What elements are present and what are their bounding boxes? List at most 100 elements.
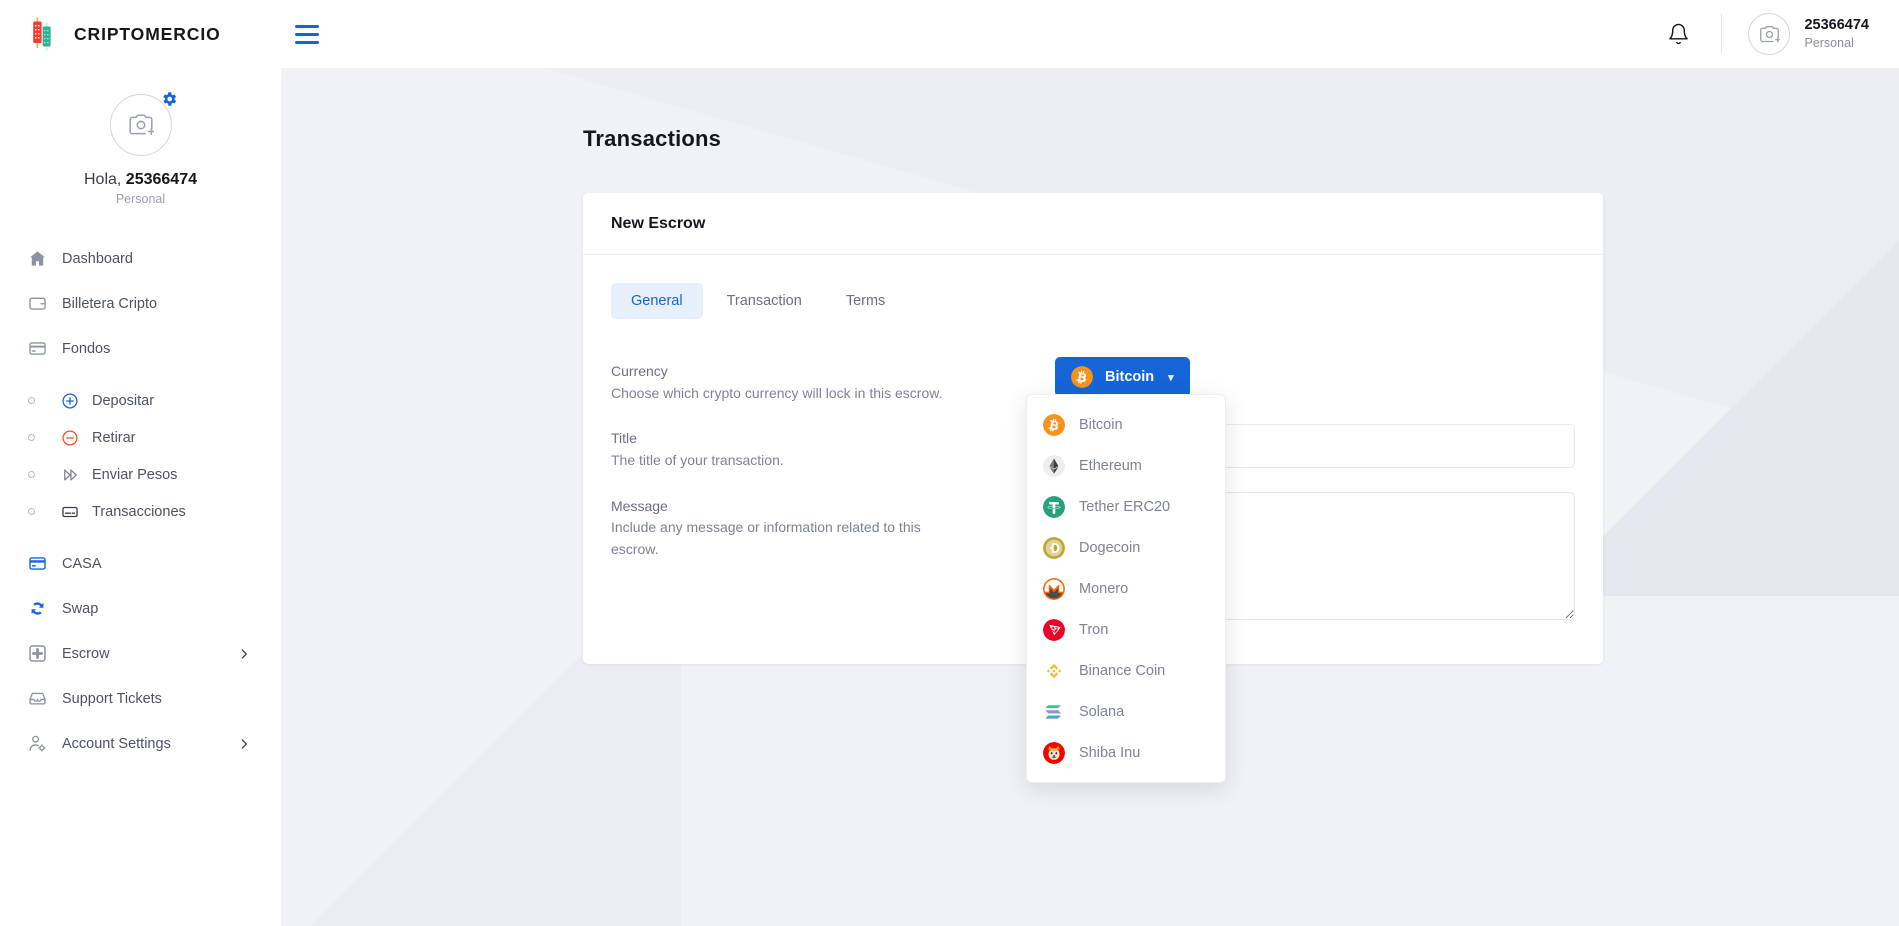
sidebar-item-support-tickets[interactable]: Support Tickets (0, 676, 281, 721)
bullet-icon (28, 508, 35, 515)
escrow-plus-icon (28, 644, 54, 663)
tab-general[interactable]: General (611, 283, 703, 319)
sidebar-subitem-label: Retirar (92, 430, 136, 446)
sidebar-item-casa[interactable]: CASA (0, 541, 281, 586)
account-username: 25366474 (1804, 16, 1869, 36)
sidebar-subitem-label: Transacciones (92, 504, 186, 520)
sidebar-item-label: Billetera Cripto (62, 296, 157, 312)
sidebar-nav: Dashboard Billetera Cripto Fondos (0, 236, 281, 766)
currency-option-shiba-inu[interactable]: Shiba Inu (1027, 732, 1225, 773)
currency-label: Currency (611, 361, 1031, 383)
profile-avatar[interactable] (110, 94, 172, 156)
bell-icon[interactable] (1653, 9, 1703, 59)
sidebar: Hola, 25366474 Personal Dashboard Billet… (0, 68, 281, 926)
header-right-cluster: 25366474 Personal (1653, 0, 1899, 68)
currency-option-tether-erc20[interactable]: Tether ERC20 (1027, 486, 1225, 527)
sidebar-item-dashboard[interactable]: Dashboard (0, 236, 281, 281)
bitcoin-icon (1043, 414, 1065, 436)
ethereum-icon (1043, 455, 1065, 477)
sidebar-item-swap[interactable]: Swap (0, 586, 281, 631)
casa-card-icon (28, 554, 54, 573)
currency-label-block: Currency Choose which crypto currency wi… (611, 357, 1031, 404)
top-header-bar: CRIPTOMERCIO 25366474 Personal (0, 0, 1899, 68)
title-description: The title of your transaction. (611, 450, 951, 472)
currency-control: Bitcoin ▾ (1031, 357, 1575, 397)
sidebar-item-label: Dashboard (62, 251, 133, 267)
sidebar-item-retirar[interactable]: Retirar (0, 419, 281, 456)
currency-option-bitcoin[interactable]: Bitcoin (1027, 404, 1225, 445)
user-gear-icon (28, 734, 54, 753)
chevron-down-icon: ▾ (1168, 371, 1174, 384)
greeting-prefix: Hola, (84, 171, 126, 188)
nav-spacer (0, 371, 281, 382)
message-description: Include any message or information relat… (611, 517, 951, 560)
currency-option-label: Monero (1079, 581, 1128, 597)
currency-description: Choose which crypto currency will lock i… (611, 383, 951, 405)
transactions-card-icon (57, 503, 83, 521)
hamburger-icon[interactable] (295, 25, 319, 44)
bitcoin-icon (1071, 366, 1093, 388)
tether-icon (1043, 496, 1065, 518)
currency-option-dogecoin[interactable]: Dogecoin (1027, 527, 1225, 568)
tab-bar: General Transaction Terms (611, 283, 1575, 319)
sidebar-subitem-label: Depositar (92, 393, 154, 409)
currency-option-label: Tron (1079, 622, 1108, 638)
plus-circle-icon (57, 392, 83, 410)
sidebar-item-label: Escrow (62, 646, 110, 662)
card-title: New Escrow (583, 193, 1603, 255)
home-icon (28, 249, 54, 268)
sidebar-item-account-settings[interactable]: Account Settings (0, 721, 281, 766)
avatar[interactable] (1748, 13, 1790, 55)
chevron-right-icon[interactable] (237, 647, 251, 661)
solana-icon (1043, 701, 1065, 723)
sidebar-subitem-label: Enviar Pesos (92, 467, 177, 483)
account-text-block: 25366474 Personal (1804, 16, 1869, 52)
sidebar-item-escrow[interactable]: Escrow (0, 631, 281, 676)
binance-icon (1043, 660, 1065, 682)
chevron-right-icon[interactable] (237, 737, 251, 751)
sidebar-item-label: CASA (62, 556, 102, 572)
bullet-icon (28, 397, 35, 404)
tab-transaction[interactable]: Transaction (707, 283, 822, 319)
sidebar-greeting: Hola, 25366474 (0, 171, 281, 189)
currency-option-label: Solana (1079, 704, 1124, 720)
shiba-icon (1043, 742, 1065, 764)
inbox-icon (28, 689, 54, 708)
currency-option-label: Ethereum (1079, 458, 1142, 474)
monero-icon (1043, 578, 1065, 600)
currency-option-monero[interactable]: Monero (1027, 568, 1225, 609)
currency-option-label: Binance Coin (1079, 663, 1165, 679)
currency-option-label: Dogecoin (1079, 540, 1140, 556)
sidebar-item-enviar-pesos[interactable]: Enviar Pesos (0, 456, 281, 493)
dogecoin-icon (1043, 537, 1065, 559)
tab-terms[interactable]: Terms (826, 283, 905, 319)
sidebar-item-fondos[interactable]: Fondos (0, 326, 281, 371)
swap-icon (28, 599, 54, 618)
account-menu[interactable]: 25366474 Personal (1748, 13, 1869, 55)
greeting-username: 25366474 (126, 171, 197, 188)
sidebar-item-billetera-cripto[interactable]: Billetera Cripto (0, 281, 281, 326)
currency-option-tron[interactable]: Tron (1027, 609, 1225, 650)
sidebar-profile: Hola, 25366474 Personal (0, 68, 281, 206)
currency-option-label: Bitcoin (1079, 417, 1123, 433)
brand-area: CRIPTOMERCIO (0, 0, 281, 68)
currency-select-button[interactable]: Bitcoin ▾ (1055, 357, 1190, 397)
bullet-icon (28, 471, 35, 478)
currency-option-binance-coin[interactable]: Binance Coin (1027, 650, 1225, 691)
page-title: Transactions (583, 126, 721, 152)
sidebar-item-depositar[interactable]: Depositar (0, 382, 281, 419)
currency-option-solana[interactable]: Solana (1027, 691, 1225, 732)
gear-icon[interactable] (159, 89, 179, 109)
message-label-block: Message Include any message or informati… (611, 492, 1031, 561)
minus-circle-icon (57, 429, 83, 447)
title-label-block: Title The title of your transaction. (611, 424, 1031, 471)
tron-icon (1043, 619, 1065, 641)
currency-dropdown-menu: Bitcoin Ethereum Tether ERC20 Dogecoin M… (1026, 394, 1226, 783)
double-chevron-right-icon (57, 466, 83, 484)
account-role: Personal (1804, 35, 1869, 52)
currency-option-ethereum[interactable]: Ethereum (1027, 445, 1225, 486)
currency-option-label: Shiba Inu (1079, 745, 1140, 761)
message-label: Message (611, 496, 1031, 518)
sidebar-item-label: Swap (62, 601, 98, 617)
sidebar-item-transacciones[interactable]: Transacciones (0, 493, 281, 530)
